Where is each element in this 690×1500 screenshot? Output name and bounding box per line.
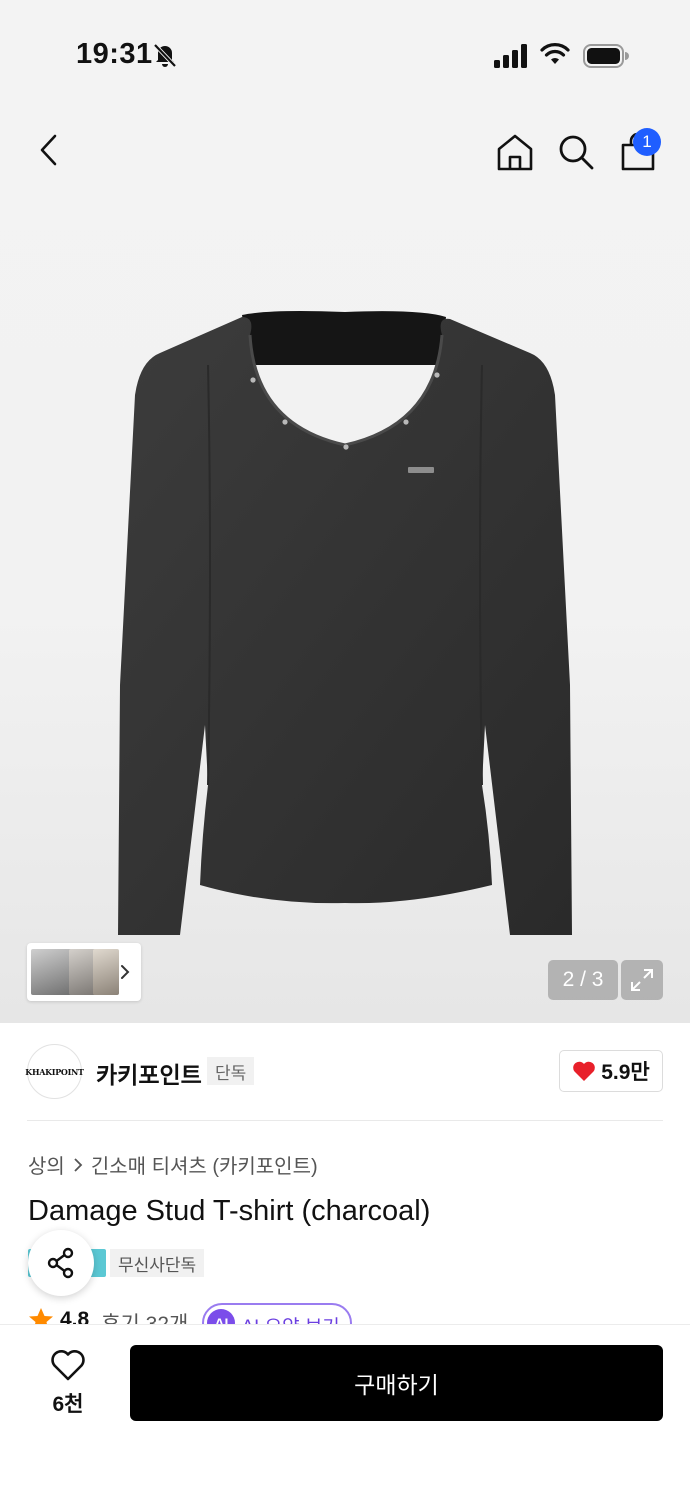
share-button[interactable] bbox=[28, 1230, 94, 1296]
brand-like-count: 5.9만 bbox=[601, 1061, 650, 1084]
status-time: 19:31 bbox=[76, 38, 153, 70]
product-gallery[interactable]: 1 2 / 3 bbox=[0, 100, 690, 1023]
battery-icon bbox=[583, 44, 629, 68]
divider bbox=[27, 1120, 663, 1121]
breadcrumb: 상의 긴소매 티셔츠 (카키포인트) bbox=[28, 1150, 318, 1179]
chevron-right-icon bbox=[74, 1157, 83, 1172]
chevron-right-icon[interactable] bbox=[118, 962, 132, 982]
cart-badge: 1 bbox=[633, 128, 661, 156]
status-bar: 19:31 bbox=[0, 0, 690, 100]
thumbnail-image[interactable] bbox=[31, 949, 73, 995]
brand-name[interactable]: 카키포인트 bbox=[96, 1056, 202, 1090]
wifi-icon bbox=[540, 43, 570, 64]
chevron-left-icon bbox=[40, 134, 57, 166]
search-icon bbox=[559, 135, 594, 170]
search-button[interactable] bbox=[554, 130, 598, 174]
wishlist-count: 6천 bbox=[52, 1393, 84, 1416]
thumbnail-image[interactable] bbox=[93, 949, 119, 995]
product-image[interactable] bbox=[110, 305, 580, 945]
back-button[interactable] bbox=[26, 128, 70, 172]
image-page-counter: 2 / 3 bbox=[548, 960, 618, 1000]
buy-button[interactable]: 구매하기 bbox=[130, 1345, 663, 1421]
heart-icon bbox=[573, 1061, 596, 1081]
brand-logo-text: KHAKIPOINT bbox=[25, 1066, 84, 1077]
breadcrumb-subcategory[interactable]: 긴소매 티셔츠 (카키포인트) bbox=[91, 1150, 318, 1179]
bell-off-icon bbox=[153, 43, 177, 68]
brand-logo[interactable]: KHAKIPOINT bbox=[25, 1044, 84, 1099]
exclusive-tag: 무신사단독 bbox=[110, 1249, 205, 1277]
heart-outline-icon[interactable] bbox=[50, 1348, 86, 1382]
expand-icon bbox=[631, 969, 653, 991]
brand-exclusive-tag: 단독 bbox=[207, 1057, 255, 1085]
brand-like-button[interactable]: 5.9만 bbox=[559, 1050, 663, 1092]
product-title: Damage Stud T-shirt (charcoal) bbox=[28, 1195, 431, 1227]
share-icon bbox=[47, 1247, 74, 1279]
home-icon bbox=[497, 134, 533, 171]
breadcrumb-category[interactable]: 상의 bbox=[28, 1150, 65, 1179]
home-button[interactable] bbox=[493, 130, 537, 174]
expand-button[interactable] bbox=[621, 960, 663, 1000]
signal-icon bbox=[494, 44, 527, 68]
